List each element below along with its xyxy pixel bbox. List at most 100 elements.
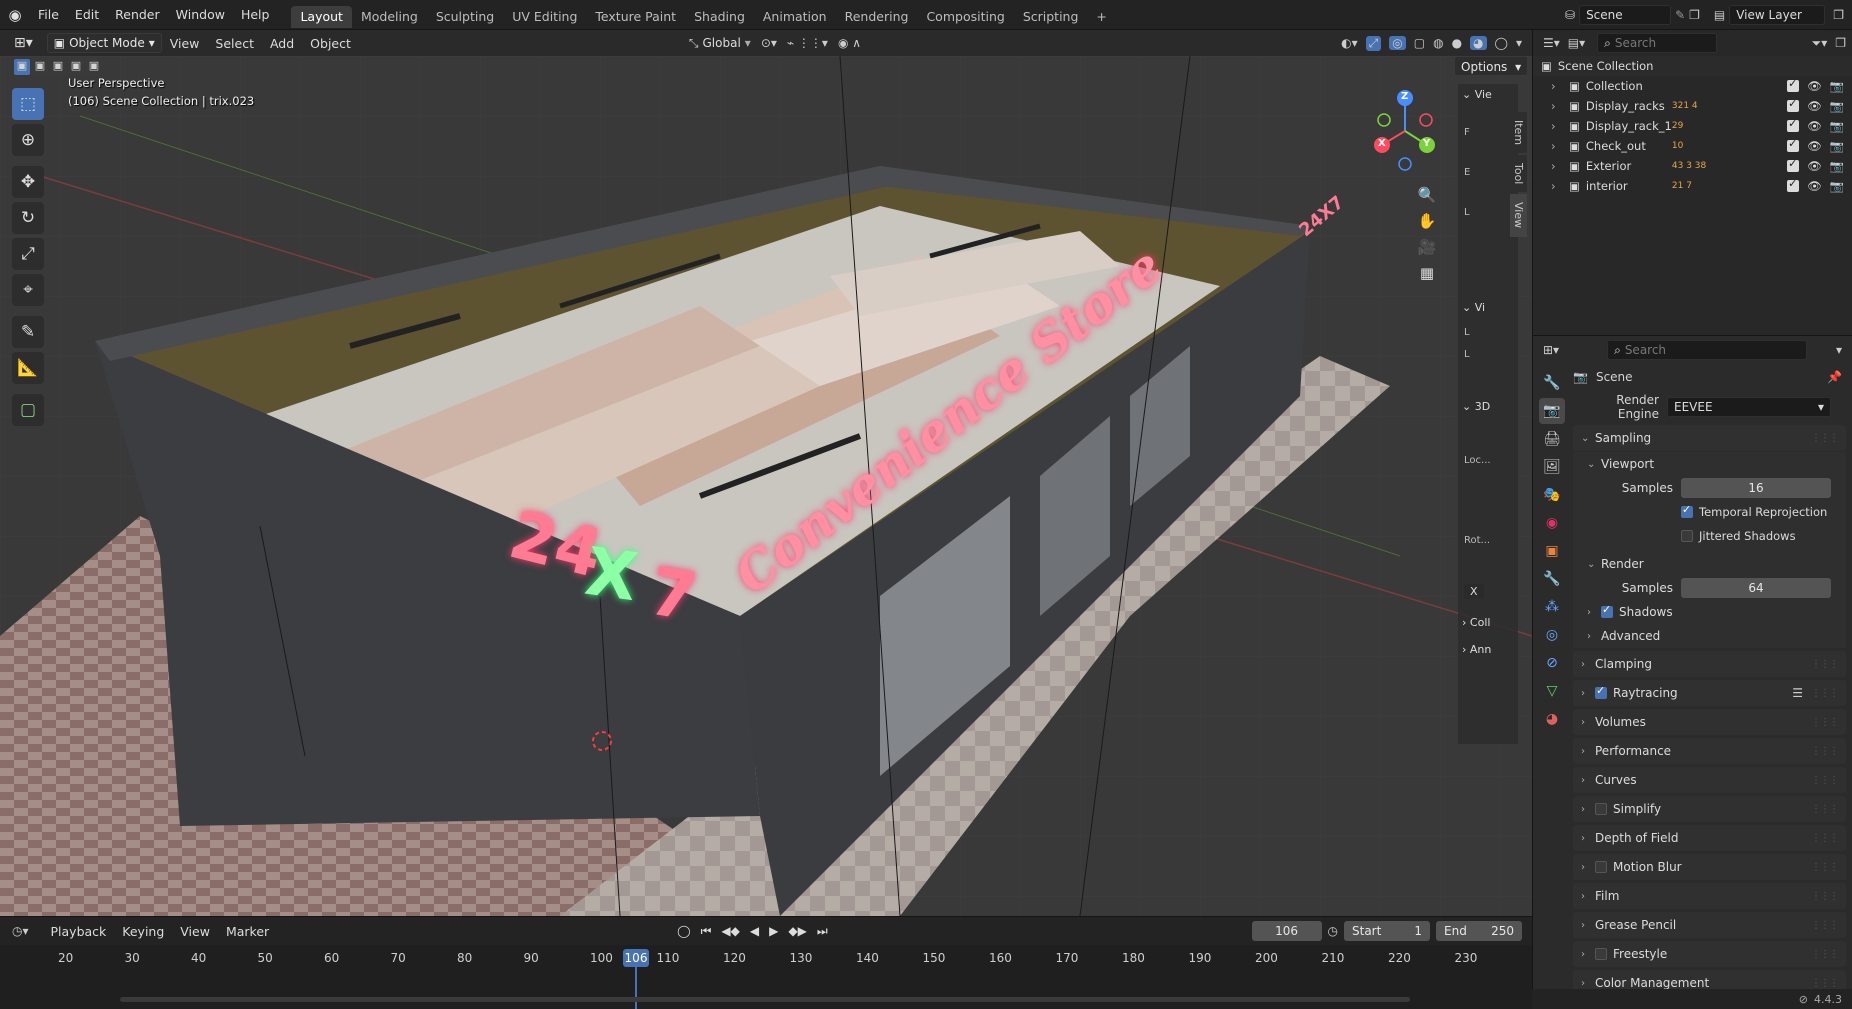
playhead[interactable]: 106: [623, 949, 649, 967]
menu-render[interactable]: Render: [107, 0, 168, 30]
eye-icon[interactable]: 👁: [1807, 119, 1822, 133]
section-performance[interactable]: › Performance ⋮⋮⋮: [1573, 738, 1846, 764]
jittered-shadows-checkbox[interactable]: [1681, 530, 1693, 542]
exclude-checkbox[interactable]: [1787, 77, 1800, 92]
section-enable-checkbox[interactable]: [1595, 948, 1607, 960]
constraints-tab-icon[interactable]: ⊘: [1539, 650, 1565, 676]
camera-icon[interactable]: 📷: [1830, 159, 1844, 173]
blender-logo-icon[interactable]: ◉: [0, 6, 30, 24]
section-volumes[interactable]: › Volumes ⋮⋮⋮: [1573, 709, 1846, 735]
drag-grip-icon[interactable]: ⋮⋮⋮: [1811, 804, 1839, 815]
chevron-right-icon[interactable]: ›: [1551, 179, 1563, 193]
select-subtract-icon[interactable]: ▣: [50, 59, 66, 75]
menu-edit[interactable]: Edit: [67, 0, 107, 30]
list-icon[interactable]: ☰: [1792, 686, 1803, 700]
wireframe-shading-icon[interactable]: ◍: [1433, 36, 1443, 50]
chevron-right-icon[interactable]: ›: [1551, 159, 1563, 173]
display-mode-icon[interactable]: ▤▾: [1568, 36, 1585, 50]
outliner[interactable]: ☰▾ ▤▾ ⌕ Search ⏷▾ ❐ ▣ Scene Collection ›…: [1532, 30, 1852, 335]
jump-keyframe-forward-icon[interactable]: ◆▶: [788, 924, 806, 938]
select-invert-icon[interactable]: ▣: [68, 59, 84, 75]
record-icon[interactable]: ◯: [677, 924, 690, 938]
outliner-item[interactable]: › ▣ Display_rack_129 👁 📷: [1533, 116, 1852, 136]
sidebar-section-3d-cursor[interactable]: 3D: [1475, 400, 1490, 413]
drag-grip-icon[interactable]: ⋮⋮⋮: [1811, 920, 1839, 931]
section-film[interactable]: › Film ⋮⋮⋮: [1573, 883, 1846, 909]
subsection-render[interactable]: ⌄ Render: [1573, 552, 1846, 576]
drag-grip-icon[interactable]: ⋮⋮⋮: [1811, 949, 1839, 960]
transform-tool[interactable]: ⌖: [12, 274, 44, 306]
sidebar-tab-view[interactable]: View: [1510, 194, 1527, 237]
ortho-toggle-button[interactable]: ▦: [1414, 260, 1440, 286]
outliner-item[interactable]: › ▣ interior 21 7 👁 📷: [1533, 176, 1852, 196]
sidebar-section-collections[interactable]: Coll: [1470, 616, 1491, 629]
start-frame-field[interactable]: Start 1: [1344, 921, 1430, 941]
properties-search-input[interactable]: ⌕ Search: [1607, 340, 1808, 360]
menu-file[interactable]: File: [30, 0, 67, 30]
overlay-icon[interactable]: ◎: [1389, 36, 1406, 50]
drag-grip-icon[interactable]: ⋮⋮⋮: [1811, 433, 1839, 444]
rendered-shading-icon[interactable]: ◯: [1495, 36, 1508, 50]
modifier-tab-icon[interactable]: 🔧: [1539, 566, 1565, 592]
world-tab-icon[interactable]: ◉: [1539, 510, 1565, 536]
jump-start-icon[interactable]: ⏮: [701, 924, 712, 939]
eye-icon[interactable]: 👁: [1807, 79, 1822, 93]
timeline-menu-playback[interactable]: Playback: [43, 924, 115, 939]
section-depth-of-field[interactable]: › Depth of Field ⋮⋮⋮: [1573, 825, 1846, 851]
measure-tool[interactable]: 📐: [12, 352, 44, 384]
play-icon[interactable]: ▶: [769, 924, 778, 938]
tab-uv-editing[interactable]: UV Editing: [503, 6, 586, 28]
eye-icon[interactable]: 👁: [1807, 99, 1822, 113]
shadows-checkbox[interactable]: [1601, 603, 1613, 618]
pin-icon[interactable]: 📌: [1827, 370, 1842, 384]
sidebar-tab-item[interactable]: Item: [1510, 112, 1527, 154]
section-sampling[interactable]: ⌄ Sampling ⋮⋮⋮: [1573, 425, 1846, 451]
play-reverse-icon[interactable]: ◀: [750, 924, 759, 938]
exclude-checkbox[interactable]: [1787, 117, 1800, 132]
camera-view-button[interactable]: 🎥: [1414, 234, 1440, 260]
material-shading-icon[interactable]: ◕: [1470, 36, 1487, 50]
timeline-menu-keying[interactable]: Keying: [114, 924, 172, 939]
jump-keyframe-back-icon[interactable]: ◀◆: [721, 924, 739, 938]
chevron-right-icon[interactable]: ›: [1551, 99, 1563, 113]
render-samples-field[interactable]: 64: [1681, 578, 1831, 598]
chevron-down-icon[interactable]: ▾: [1516, 36, 1522, 50]
chevron-right-icon[interactable]: ›: [1551, 119, 1563, 133]
subsection-shadows[interactable]: › Shadows: [1573, 600, 1846, 624]
tab-modeling[interactable]: Modeling: [352, 6, 427, 28]
new-collection-icon[interactable]: ❐: [1835, 36, 1846, 50]
rotation-mode-selector[interactable]: X: [1464, 584, 1484, 599]
scene-tab-icon[interactable]: 🎭: [1539, 482, 1565, 508]
pin-icon[interactable]: ✎: [1675, 8, 1685, 22]
view-layer-tab-icon[interactable]: 🖼: [1539, 454, 1565, 480]
tab-sculpting[interactable]: Sculpting: [427, 6, 503, 28]
section-freestyle[interactable]: › Freestyle ⋮⋮⋮: [1573, 941, 1846, 967]
timeline-menu-view[interactable]: View: [172, 924, 218, 939]
section-raytracing[interactable]: › Raytracing ☰ ⋮⋮⋮: [1573, 680, 1846, 706]
tab-scripting[interactable]: Scripting: [1014, 6, 1088, 28]
outliner-editor-type-icon[interactable]: ☰▾: [1543, 36, 1560, 50]
tab-texture-paint[interactable]: Texture Paint: [586, 6, 685, 28]
rotate-tool[interactable]: ↻: [12, 202, 44, 234]
drag-grip-icon[interactable]: ⋮⋮⋮: [1811, 775, 1839, 786]
editor-type-icon[interactable]: ⊞▾: [14, 35, 33, 51]
add-cube-tool[interactable]: ▢: [12, 394, 44, 426]
gizmo-icon[interactable]: ⤢: [1365, 35, 1382, 51]
eye-icon[interactable]: 👁: [1807, 159, 1822, 173]
zoom-button[interactable]: 🔍: [1414, 182, 1440, 208]
chevron-down-icon[interactable]: ⌄: [1462, 400, 1471, 413]
viewport-menu-add[interactable]: Add: [262, 36, 302, 51]
clock-icon[interactable]: ◷: [1328, 924, 1338, 938]
exclude-checkbox[interactable]: [1787, 97, 1800, 112]
tab-animation[interactable]: Animation: [754, 6, 836, 28]
pivot-icon[interactable]: ⊙▾: [761, 36, 777, 50]
tool-tab-icon[interactable]: 🔧: [1539, 370, 1565, 396]
viewport-menu-select[interactable]: Select: [207, 36, 262, 51]
eye-icon[interactable]: 👁: [1807, 179, 1822, 193]
material-tab-icon[interactable]: ◕: [1539, 706, 1565, 732]
camera-icon[interactable]: 📷: [1830, 79, 1844, 93]
camera-icon[interactable]: 📷: [1830, 179, 1844, 193]
drag-grip-icon[interactable]: ⋮⋮⋮: [1811, 717, 1839, 728]
select-extend-icon[interactable]: ▣: [32, 59, 48, 75]
chevron-right-icon[interactable]: ›: [1462, 643, 1466, 656]
